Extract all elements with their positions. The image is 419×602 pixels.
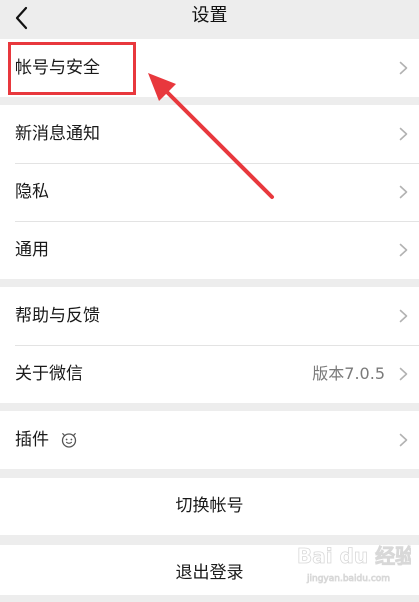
settings-item-label: 隐私 [15,182,49,202]
settings-group-plugins: 插件 [0,411,419,469]
chevron-right-icon [399,185,408,199]
plugin-face-icon [61,432,77,448]
watermark-subtext: jingyan.baidu.com [306,574,390,584]
settings-item-label: 通用 [15,240,49,260]
navigation-bar: 设置 [0,0,419,38]
switch-account-button[interactable]: 切换帐号 [0,478,419,535]
version-value: 版本7.0.5 [312,364,385,383]
settings-item-general[interactable]: 通用 [0,221,419,279]
settings-item-label: 插件 [15,430,49,450]
settings-item-plugins[interactable]: 插件 [0,411,419,469]
chevron-right-icon [399,61,408,75]
settings-item-help-feedback[interactable]: 帮助与反馈 [0,287,419,345]
chevron-right-icon [399,433,408,447]
settings-group-about: 帮助与反馈 关于微信 版本7.0.5 [0,287,419,403]
switch-account-label: 切换帐号 [175,496,244,516]
settings-item-about-wechat[interactable]: 关于微信 版本7.0.5 [0,345,419,403]
settings-item-label: 关于微信 [15,364,83,384]
chevron-right-icon [399,243,408,257]
chevron-right-icon [399,367,408,381]
watermark-text: Bai du 经验 [297,544,411,568]
page-title: 设置 [191,5,228,26]
chevron-right-icon [399,127,408,141]
settings-item-label: 新消息通知 [15,124,100,144]
settings-item-label: 帮助与反馈 [15,306,100,326]
settings-item-notifications[interactable]: 新消息通知 [0,105,419,163]
chevron-right-icon [399,309,408,323]
settings-item-privacy[interactable]: 隐私 [0,163,419,221]
settings-group-general: 新消息通知 隐私 通用 [0,105,419,279]
highlight-box [8,42,136,95]
baidu-watermark: Bai du 经验 jingyan.baidu.com [297,544,411,585]
